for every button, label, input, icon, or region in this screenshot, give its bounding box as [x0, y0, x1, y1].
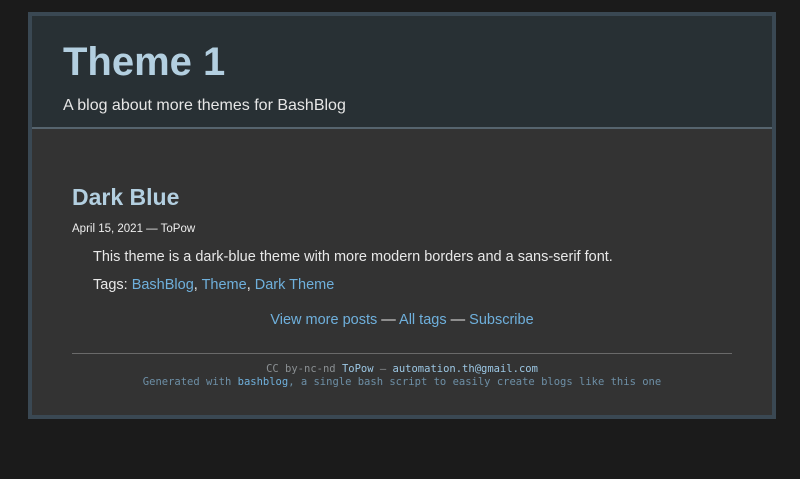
license-text: CC by-nc-nd — [266, 363, 342, 375]
post-body: This theme is a dark-blue theme with mor… — [93, 249, 613, 265]
generated-prefix: Generated with — [142, 376, 238, 388]
view-more-posts-link[interactable]: View more posts — [270, 312, 377, 328]
blog-header: Theme 1 A blog about more themes for Bas… — [32, 16, 772, 129]
footer-email-link[interactable]: automation.th@gmail.com — [393, 363, 538, 375]
main-content: Dark Blue April 15, 2021 — ToPow This th… — [32, 129, 772, 389]
tag-separator: , — [246, 277, 255, 293]
footer-author-link[interactable]: ToPow — [342, 363, 374, 375]
footer: CC by-nc-nd ToPow — automation.th@gmail.… — [72, 353, 732, 389]
post-author: ToPow — [160, 223, 196, 235]
tag-link-dark-theme[interactable]: Dark Theme — [255, 277, 335, 293]
tag-separator: , — [193, 277, 202, 293]
page-frame: Theme 1 A blog about more themes for Bas… — [28, 12, 776, 419]
post-tags: Tags: BashBlog, Theme, Dark Theme — [72, 277, 732, 293]
post: Dark Blue April 15, 2021 — ToPow This th… — [72, 184, 732, 293]
nav-separator: — — [446, 312, 470, 328]
post-navigation: View more posts — All tags — Subscribe — [72, 312, 732, 328]
footer-dash: — — [373, 363, 393, 375]
tags-label: Tags: — [93, 277, 132, 293]
generated-suffix: , a single bash script to easily create … — [288, 376, 662, 388]
post-meta-separator: — — [142, 223, 161, 235]
footer-generated-line: Generated with bashblog, a single bash s… — [72, 376, 732, 389]
blog-subtitle: A blog about more themes for BashBlog — [63, 97, 346, 114]
all-tags-link[interactable]: All tags — [399, 312, 447, 328]
bashblog-link[interactable]: bashblog — [238, 376, 289, 388]
tag-link-bashblog[interactable]: BashBlog — [132, 277, 194, 293]
footer-license-line: CC by-nc-nd ToPow — automation.th@gmail.… — [72, 363, 732, 376]
tag-link-theme[interactable]: Theme — [202, 277, 247, 293]
post-meta: April 15, 2021 — ToPow — [72, 223, 732, 235]
nav-separator: — — [377, 312, 400, 328]
blog-title[interactable]: Theme 1 — [63, 38, 772, 86]
subscribe-link[interactable]: Subscribe — [469, 312, 533, 328]
post-title[interactable]: Dark Blue — [72, 184, 732, 211]
post-date: April 15, 2021 — [72, 223, 143, 235]
